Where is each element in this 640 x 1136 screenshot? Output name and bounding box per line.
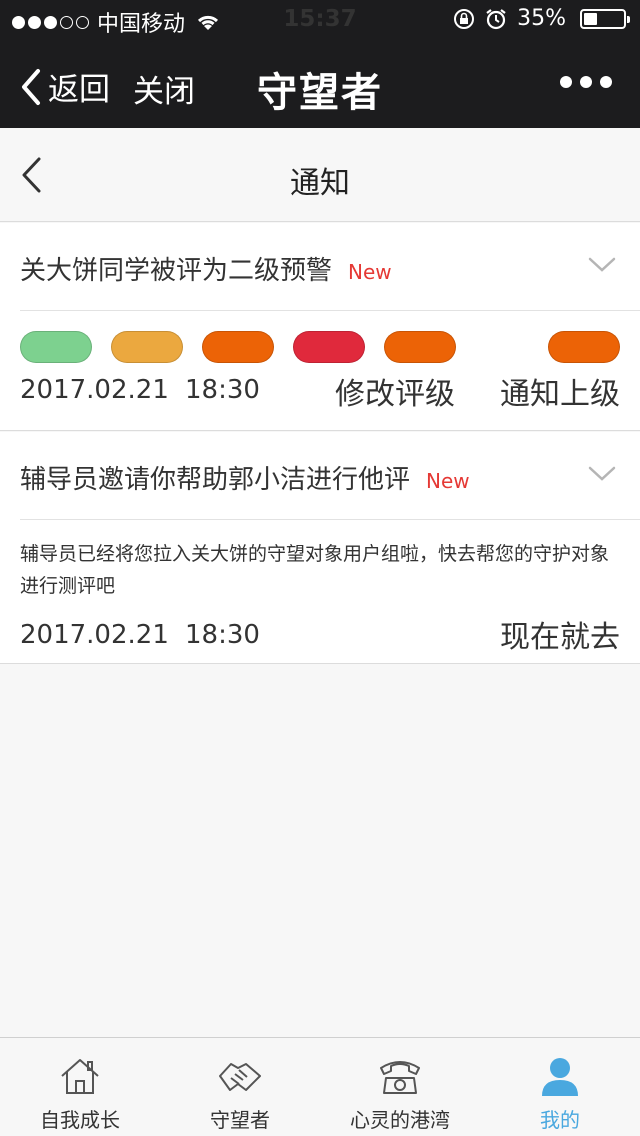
battery-icon <box>580 8 630 29</box>
more-options-icon[interactable] <box>560 76 612 88</box>
battery-percent: 35% <box>517 6 566 31</box>
chevron-down-icon[interactable] <box>588 257 616 273</box>
notification-time: 18:30 <box>185 375 260 405</box>
notification-header[interactable]: 辅导员邀请你帮助郭小洁进行他评 New <box>20 432 640 520</box>
notification-title: 辅导员邀请你帮助郭小洁进行他评 New <box>20 459 470 496</box>
orientation-lock-icon <box>454 8 475 29</box>
go-now-button[interactable]: 现在就去 <box>500 612 620 656</box>
notification-header[interactable]: 关大饼同学被评为二级预警 New <box>20 223 640 311</box>
notification-description: 辅导员已经将您拉入关大饼的守望对象用户组啦，快去帮您的守护对象进行测评吧 <box>20 543 610 597</box>
level-pill-5[interactable] <box>384 331 456 363</box>
tab-mine[interactable]: 我的 <box>480 1038 640 1136</box>
page-header: 通知 <box>0 128 640 222</box>
notification-date: 2017.02.21 <box>20 375 169 405</box>
user-icon <box>542 1058 578 1096</box>
notification-card: 辅导员邀请你帮助郭小洁进行他评 New 辅导员已经将您拉入关大饼的守望对象用户组啦… <box>0 432 640 664</box>
notification-time: 18:30 <box>185 620 260 650</box>
tab-guardian[interactable]: 守望者 <box>160 1038 320 1136</box>
notification-body: 2017.02.21 18:30 修改评级 通知上级 <box>0 311 640 431</box>
nav-bar: 返回 关闭 守望者 <box>0 40 640 128</box>
handshake-icon <box>219 1063 261 1091</box>
level-pill-1[interactable] <box>20 331 92 363</box>
notify-superior-button[interactable]: 通知上级 <box>500 369 620 413</box>
tab-harbor[interactable]: 心灵的港湾 <box>320 1038 480 1136</box>
alarm-icon <box>486 8 506 29</box>
status-right: 35% <box>453 6 630 31</box>
house-icon <box>61 1059 99 1094</box>
tab-label: 守望者 <box>210 1108 270 1132</box>
status-bar: 中国移动 15:37 35% <box>0 0 640 40</box>
notification-meta: 2017.02.21 18:30 现在就去 <box>20 618 620 658</box>
tab-bar: 自我成长 守望者 心灵的港湾 我的 <box>0 1037 640 1136</box>
level-pill-3[interactable] <box>202 331 274 363</box>
nav-title: 守望者 <box>257 70 383 116</box>
new-badge: New <box>348 260 392 284</box>
notification-title-text: 辅导员邀请你帮助郭小洁进行他评 <box>20 465 411 495</box>
warning-level-selector <box>20 331 620 363</box>
tab-label: 自我成长 <box>40 1108 120 1132</box>
page-title: 通知 <box>290 166 350 201</box>
modify-rating-button[interactable]: 修改评级 <box>335 369 455 413</box>
new-badge: New <box>426 469 470 493</box>
level-pill-6[interactable] <box>548 331 620 363</box>
tab-label: 我的 <box>540 1108 580 1132</box>
level-pill-2[interactable] <box>111 331 183 363</box>
level-pill-4[interactable] <box>293 331 365 363</box>
tab-self-growth[interactable]: 自我成长 <box>0 1038 160 1136</box>
notification-meta: 2017.02.21 18:30 修改评级 通知上级 <box>20 373 620 413</box>
chevron-down-icon[interactable] <box>588 466 616 482</box>
notification-title-text: 关大饼同学被评为二级预警 <box>20 256 333 286</box>
notification-date: 2017.02.21 <box>20 620 169 650</box>
notification-title: 关大饼同学被评为二级预警 New <box>20 250 392 287</box>
notification-body: 辅导员已经将您拉入关大饼的守望对象用户组啦，快去帮您的守护对象进行测评吧 201… <box>0 520 640 663</box>
tab-label: 心灵的港湾 <box>350 1108 450 1132</box>
notification-card: 关大饼同学被评为二级预警 New 2017.02.21 18:30 修改评级 通知… <box>0 223 640 431</box>
telephone-icon <box>380 1061 420 1094</box>
